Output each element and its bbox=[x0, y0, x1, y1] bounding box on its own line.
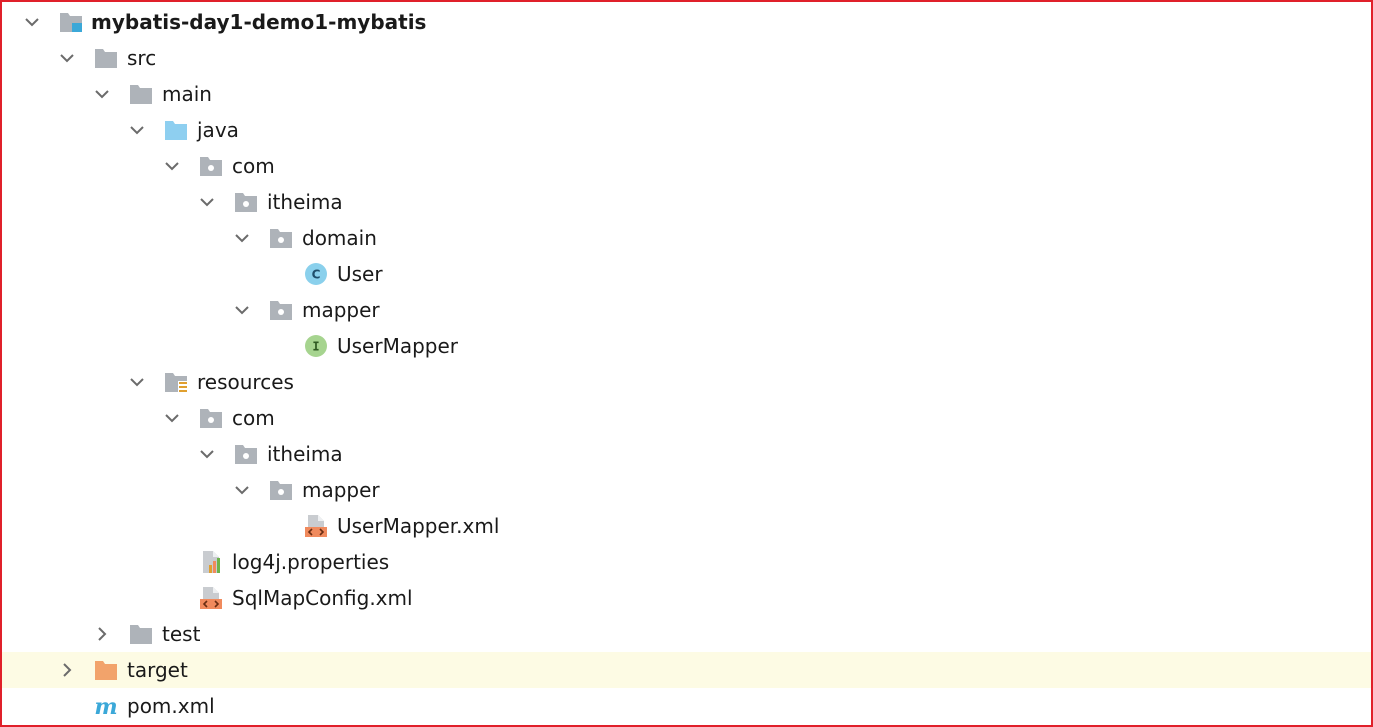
chevron-down-icon[interactable] bbox=[234, 230, 250, 246]
tree-row-java[interactable]: java bbox=[2, 112, 1371, 148]
package-icon bbox=[269, 226, 293, 250]
tree-label: pom.xml bbox=[127, 694, 215, 718]
tree-row-target[interactable]: target bbox=[2, 652, 1371, 688]
tree-label: domain bbox=[302, 226, 377, 250]
package-icon bbox=[269, 478, 293, 502]
tree-row-usermapper-interface[interactable]: I UserMapper bbox=[2, 328, 1371, 364]
chevron-down-icon[interactable] bbox=[234, 482, 250, 498]
chevron-down-icon[interactable] bbox=[129, 122, 145, 138]
tree-row-sqlmapconfig-xml[interactable]: SqlMapConfig.xml bbox=[2, 580, 1371, 616]
properties-file-icon bbox=[199, 550, 223, 574]
excluded-folder-icon bbox=[94, 658, 118, 682]
package-icon bbox=[234, 190, 258, 214]
tree-label: SqlMapConfig.xml bbox=[232, 586, 413, 610]
tree-label: itheima bbox=[267, 190, 343, 214]
module-folder-icon bbox=[59, 10, 83, 34]
tree-row-log4j-properties[interactable]: log4j.properties bbox=[2, 544, 1371, 580]
chevron-down-icon[interactable] bbox=[164, 410, 180, 426]
svg-text:C: C bbox=[312, 268, 321, 282]
maven-pom-icon: m bbox=[94, 694, 118, 720]
chevron-down-icon[interactable] bbox=[24, 14, 40, 30]
tree-row-mapper[interactable]: mapper bbox=[2, 292, 1371, 328]
tree-label: User bbox=[337, 262, 383, 286]
tree-label: log4j.properties bbox=[232, 550, 390, 574]
java-class-icon: C bbox=[304, 262, 328, 286]
tree-row-main[interactable]: main bbox=[2, 76, 1371, 112]
chevron-down-icon[interactable] bbox=[129, 374, 145, 390]
svg-text:I: I bbox=[312, 340, 319, 354]
tree-label: mapper bbox=[302, 298, 380, 322]
chevron-down-icon[interactable] bbox=[199, 446, 215, 462]
package-icon bbox=[234, 442, 258, 466]
svg-text:m: m bbox=[94, 694, 117, 718]
tree-row-usermapper-xml[interactable]: UserMapper.xml bbox=[2, 508, 1371, 544]
xml-file-icon bbox=[199, 586, 223, 610]
package-icon bbox=[269, 298, 293, 322]
tree-label: mapper bbox=[302, 478, 380, 502]
tree-row-test[interactable]: test bbox=[2, 616, 1371, 652]
tree-label: com bbox=[232, 406, 275, 430]
tree-label: resources bbox=[197, 370, 294, 394]
resources-root-folder-icon bbox=[164, 370, 188, 394]
tree-label: src bbox=[127, 46, 157, 70]
chevron-down-icon[interactable] bbox=[234, 302, 250, 318]
tree-label: itheima bbox=[267, 442, 343, 466]
chevron-down-icon[interactable] bbox=[164, 158, 180, 174]
tree-row-user-class[interactable]: C User bbox=[2, 256, 1371, 292]
chevron-right-icon[interactable] bbox=[59, 662, 75, 678]
folder-icon bbox=[94, 46, 118, 70]
tree-label: java bbox=[197, 118, 239, 142]
tree-row-project-root[interactable]: mybatis-day1-demo1-mybatis bbox=[2, 4, 1371, 40]
package-icon bbox=[199, 154, 223, 178]
tree-label: UserMapper.xml bbox=[337, 514, 500, 538]
tree-row-resources[interactable]: resources bbox=[2, 364, 1371, 400]
tree-row-itheima[interactable]: itheima bbox=[2, 184, 1371, 220]
tree-label: mybatis-day1-demo1-mybatis bbox=[91, 10, 427, 34]
source-root-folder-icon bbox=[164, 118, 188, 142]
tree-row-mapper[interactable]: mapper bbox=[2, 472, 1371, 508]
package-icon bbox=[199, 406, 223, 430]
tree-row-pom-xml[interactable]: m pom.xml bbox=[2, 688, 1371, 724]
chevron-right-icon[interactable] bbox=[94, 626, 110, 642]
folder-icon bbox=[129, 82, 153, 106]
tree-label: test bbox=[162, 622, 201, 646]
tree-row-domain[interactable]: domain bbox=[2, 220, 1371, 256]
tree-label: UserMapper bbox=[337, 334, 459, 358]
java-interface-icon: I bbox=[304, 334, 328, 358]
tree-row-com[interactable]: com bbox=[2, 148, 1371, 184]
tree-row-itheima[interactable]: itheima bbox=[2, 436, 1371, 472]
tree-row-com[interactable]: com bbox=[2, 400, 1371, 436]
tree-label: com bbox=[232, 154, 275, 178]
project-tree-panel: mybatis-day1-demo1-mybatis src main java bbox=[0, 0, 1373, 727]
tree-label: target bbox=[127, 658, 188, 682]
chevron-down-icon[interactable] bbox=[94, 86, 110, 102]
tree-row-src[interactable]: src bbox=[2, 40, 1371, 76]
chevron-down-icon[interactable] bbox=[199, 194, 215, 210]
xml-file-icon bbox=[304, 514, 328, 538]
tree-label: main bbox=[162, 82, 212, 106]
folder-icon bbox=[129, 622, 153, 646]
chevron-down-icon[interactable] bbox=[59, 50, 75, 66]
